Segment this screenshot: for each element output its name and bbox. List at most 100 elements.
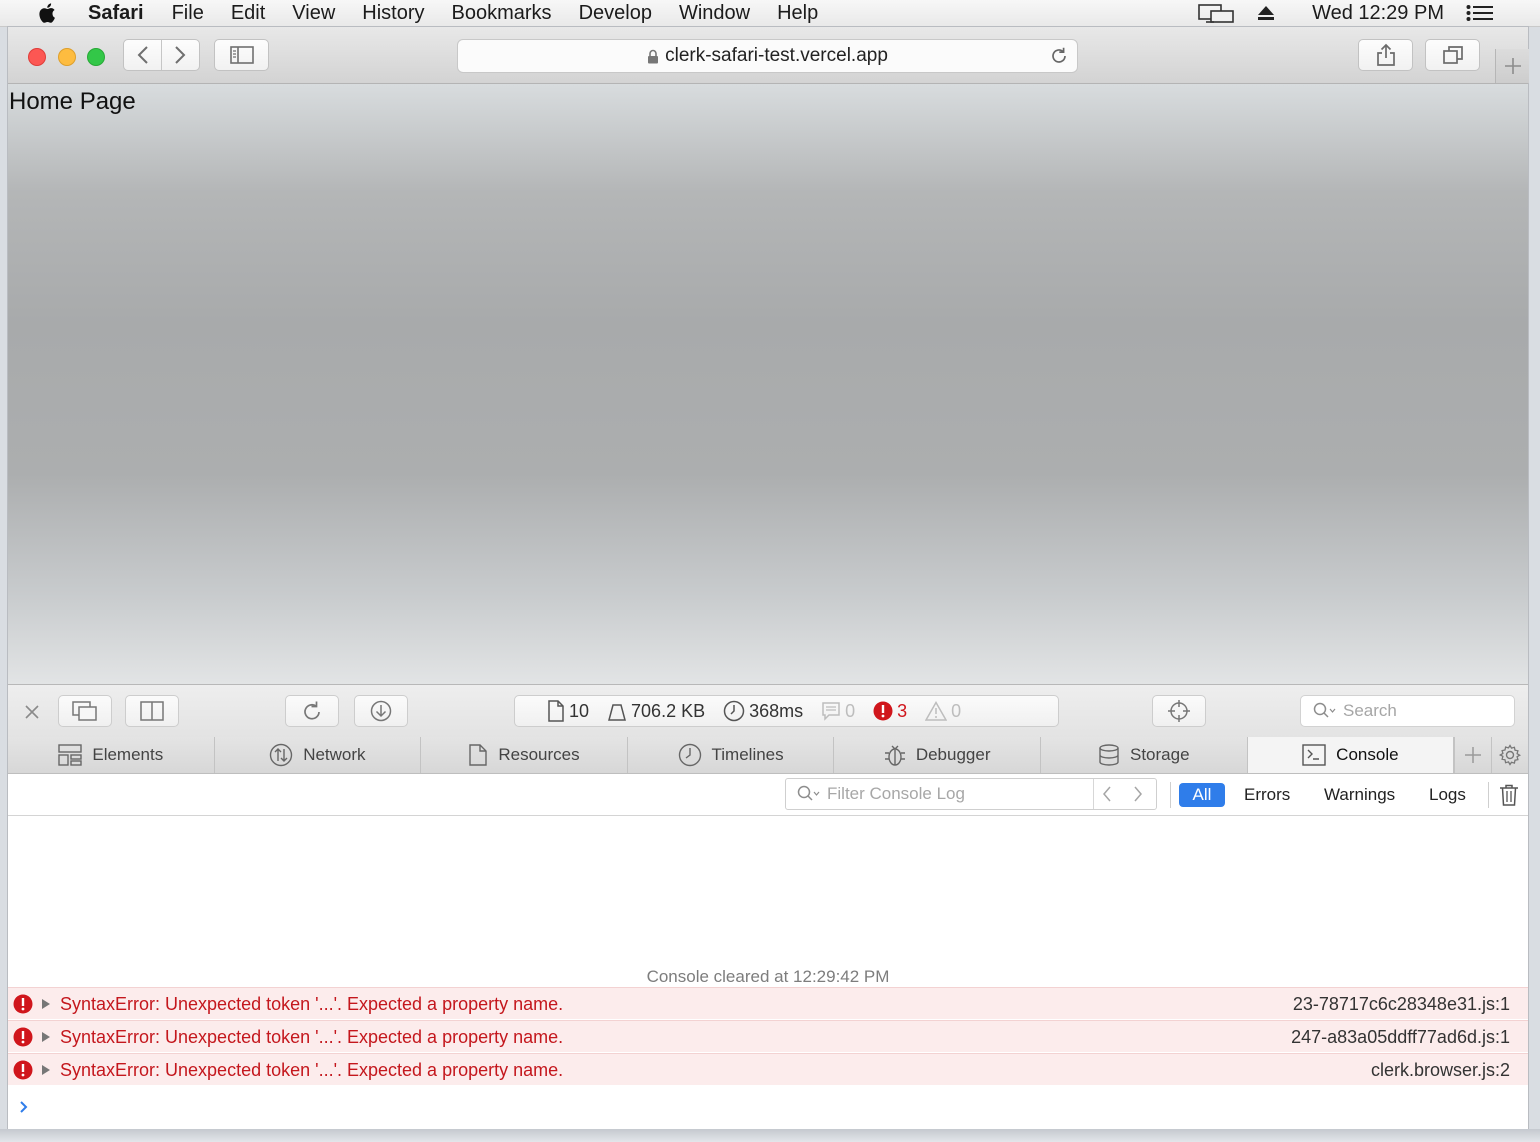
error-icon [13, 994, 33, 1014]
filter-console-placeholder: Filter Console Log [827, 784, 965, 803]
download-archive-button[interactable] [354, 695, 408, 727]
desktop-background [0, 1129, 1540, 1142]
warning-count[interactable]: 0 [925, 701, 961, 722]
transfer-size[interactable]: 706.2 KB [607, 701, 705, 722]
filter-warnings-button[interactable]: Warnings [1324, 783, 1395, 807]
console-message-source-link[interactable]: 247-a83a05ddff77ad6d.js:1 [1291, 1027, 1510, 1048]
tab-storage[interactable]: Storage [1041, 737, 1248, 773]
tab-resources[interactable]: Resources [421, 737, 628, 773]
menu-history[interactable]: History [362, 2, 424, 25]
trash-icon [1500, 784, 1518, 806]
menu-edit[interactable]: Edit [231, 2, 265, 25]
inspector-toolbar: 10 706.2 KB 368ms 0 3 0 Search [8, 685, 1528, 738]
tab-timelines[interactable]: Timelines [628, 737, 835, 773]
console-error-row[interactable]: SyntaxError: Unexpected token '...'. Exp… [8, 987, 1528, 1019]
prompt-chevron-icon [20, 1101, 28, 1113]
disclosure-triangle-icon[interactable] [41, 1064, 51, 1076]
console-message-source-link[interactable]: clerk.browser.js:2 [1371, 1060, 1510, 1081]
dock-side-button[interactable] [125, 695, 179, 727]
menu-app-name[interactable]: Safari [88, 2, 144, 25]
share-icon [1376, 43, 1395, 66]
element-selection-button[interactable] [1152, 695, 1206, 727]
undock-inspector-button[interactable] [58, 695, 112, 727]
notification-list-icon[interactable] [1466, 4, 1494, 22]
console-prompt-input[interactable] [18, 1099, 30, 1115]
search-icon [797, 785, 820, 801]
resources-icon [469, 744, 488, 766]
disclosure-triangle-icon[interactable] [41, 1031, 51, 1043]
crosshair-icon [1168, 700, 1190, 722]
apple-logo-icon[interactable] [38, 1, 62, 25]
menu-bar-clock[interactable]: Wed 12:29 PM [1312, 2, 1444, 25]
add-tab-button[interactable] [1454, 737, 1493, 773]
error-icon [13, 1027, 33, 1047]
gear-icon [1499, 744, 1522, 766]
download-icon [370, 700, 392, 722]
resource-count[interactable]: 10 [547, 700, 589, 722]
search-icon [1313, 702, 1336, 718]
reload-page-icon[interactable] [1049, 46, 1069, 66]
chevron-right-icon[interactable] [1133, 786, 1143, 802]
tab-timelines-label: Timelines [711, 745, 784, 764]
document-icon [548, 700, 564, 722]
eject-icon[interactable] [1256, 4, 1276, 22]
load-time[interactable]: 368ms [723, 700, 803, 722]
error-count[interactable]: 3 [873, 701, 907, 722]
clear-console-button[interactable] [1498, 783, 1520, 807]
new-tab-button[interactable] [1495, 49, 1529, 83]
chevron-left-icon [137, 46, 148, 64]
console-message-source-link[interactable]: 23-78717c6c28348e31.js:1 [1293, 994, 1510, 1015]
tab-debugger[interactable]: Debugger [834, 737, 1041, 773]
tab-network-label: Network [303, 745, 366, 764]
console-error-row[interactable]: SyntaxError: Unexpected token '...'. Exp… [8, 1020, 1528, 1052]
chevron-left-icon[interactable] [1102, 786, 1112, 802]
tab-elements[interactable]: Elements [8, 737, 215, 773]
forward-button[interactable] [162, 40, 199, 70]
plus-icon [1504, 58, 1521, 74]
menu-develop[interactable]: Develop [579, 2, 652, 25]
close-window-button[interactable] [28, 48, 46, 66]
address-bar[interactable]: clerk-safari-test.vercel.app [457, 39, 1078, 73]
lock-icon [647, 49, 659, 64]
share-button[interactable] [1358, 39, 1413, 71]
menu-bookmarks[interactable]: Bookmarks [452, 2, 552, 25]
minimize-window-button[interactable] [58, 48, 76, 66]
filter-logs-button[interactable]: Logs [1429, 783, 1466, 807]
transfer-size-value: 706.2 KB [631, 700, 706, 721]
close-inspector-button[interactable] [22, 702, 42, 722]
console-message-text: SyntaxError: Unexpected token '...'. Exp… [60, 1027, 564, 1047]
resource-count-value: 10 [569, 700, 590, 721]
console-error-row[interactable]: SyntaxError: Unexpected token '...'. Exp… [8, 1053, 1528, 1085]
page-load-stats: 10 706.2 KB 368ms 0 3 0 [514, 695, 1059, 727]
log-count[interactable]: 0 [821, 701, 855, 722]
menu-view[interactable]: View [292, 2, 335, 25]
filter-errors-button[interactable]: Errors [1244, 783, 1290, 807]
show-all-tabs-button[interactable] [1425, 39, 1480, 71]
safari-toolbar: clerk-safari-test.vercel.app [8, 27, 1529, 84]
menu-help[interactable]: Help [777, 2, 818, 25]
menu-file[interactable]: File [172, 2, 204, 25]
disclosure-triangle-icon[interactable] [41, 998, 51, 1010]
sidebar-toggle-button[interactable] [214, 39, 269, 71]
filter-console-input[interactable]: Filter Console Log [785, 778, 1157, 810]
tab-network[interactable]: Network [215, 737, 422, 773]
display-mirroring-icon[interactable] [1198, 3, 1234, 23]
back-button[interactable] [124, 40, 161, 70]
console-message-text: SyntaxError: Unexpected token '...'. Exp… [60, 1060, 564, 1080]
log-message-icon [822, 702, 840, 721]
filter-all-button[interactable]: All [1179, 783, 1225, 807]
tab-console[interactable]: Console [1247, 737, 1455, 773]
address-url: clerk-safari-test.vercel.app [665, 45, 888, 66]
inspector-tab-bar: Elements Network Resources Timelines Deb… [8, 737, 1528, 774]
close-icon [25, 705, 39, 719]
plus-icon [1465, 747, 1482, 763]
web-inspector: 10 706.2 KB 368ms 0 3 0 Search Elements … [8, 684, 1528, 1130]
inspector-settings-button[interactable] [1492, 737, 1528, 773]
storage-icon [1099, 744, 1119, 766]
reload-page-button[interactable] [285, 695, 339, 727]
fullscreen-window-button[interactable] [87, 48, 105, 66]
menu-bar-status-area: Wed 12:29 PM [1198, 0, 1540, 26]
warning-count-value: 0 [951, 700, 962, 721]
menu-window[interactable]: Window [679, 2, 750, 25]
inspector-search-input[interactable]: Search [1300, 695, 1515, 727]
